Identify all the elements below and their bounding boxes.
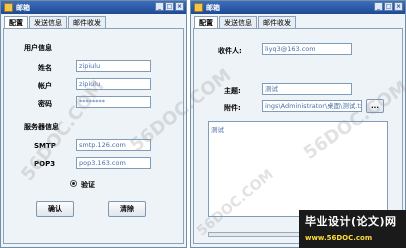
maximize-button[interactable]: □ bbox=[384, 2, 393, 11]
account-label: 帐户 bbox=[38, 82, 52, 90]
smtp-field[interactable]: smtp.126.com bbox=[76, 139, 151, 151]
confirm-button[interactable]: 确认 bbox=[36, 201, 74, 217]
tab-send[interactable]: 发送信息 bbox=[29, 16, 67, 28]
user-section-heading: 用户信息 bbox=[24, 44, 52, 52]
pop3-field[interactable]: pop3.163.com bbox=[76, 157, 151, 169]
name-field[interactable]: zipiulu bbox=[76, 60, 151, 72]
config-window: 邮箱 _ □ × 配置 发送信息 邮件收发 用户信息 姓名 zipiulu 帐户… bbox=[0, 0, 187, 248]
verify-label: 验证 bbox=[81, 181, 95, 189]
password-field[interactable]: ******** bbox=[76, 96, 151, 108]
tab-mail[interactable]: 邮件收发 bbox=[68, 16, 106, 28]
minimize-button[interactable]: _ bbox=[374, 2, 383, 11]
tab-bar: 配置 发送信息 邮件收发 bbox=[194, 16, 297, 28]
attachment-label: 附件: bbox=[224, 104, 241, 112]
pop3-label: POP3 bbox=[34, 160, 56, 168]
window-title: 邮箱 bbox=[16, 4, 30, 12]
tab-mail[interactable]: 邮件收发 bbox=[258, 16, 296, 28]
subject-field[interactable]: 测试 bbox=[262, 83, 352, 95]
subject-label: 主题: bbox=[224, 87, 241, 95]
banner-url: www.56DOC.com bbox=[305, 234, 373, 242]
mail-icon bbox=[4, 3, 13, 12]
server-section-heading: 服务器信息 bbox=[24, 123, 59, 131]
browse-button[interactable]: ... bbox=[366, 99, 384, 113]
site-banner: 毕业设计(论文)网 www.56DOC.com bbox=[299, 210, 406, 248]
recipient-field[interactable]: liyq3@163.com bbox=[262, 43, 352, 55]
tab-config[interactable]: 配置 bbox=[4, 16, 28, 28]
close-button[interactable]: × bbox=[394, 2, 403, 11]
tab-bar: 配置 发送信息 邮件收发 bbox=[4, 16, 107, 28]
title-bar: 邮箱 _ □ × bbox=[1, 1, 186, 14]
attachment-field[interactable]: ings\Administrator\桌面\测试.txt bbox=[262, 100, 362, 112]
account-field[interactable]: zipiulu bbox=[76, 78, 151, 90]
tab-send[interactable]: 发送信息 bbox=[219, 16, 257, 28]
verify-radio[interactable] bbox=[70, 180, 77, 187]
name-label: 姓名 bbox=[38, 64, 52, 72]
message-body[interactable]: 测试 bbox=[208, 121, 388, 217]
close-button[interactable]: × bbox=[175, 2, 184, 11]
tab-config[interactable]: 配置 bbox=[194, 16, 218, 28]
clear-button[interactable]: 清除 bbox=[108, 201, 146, 217]
banner-title: 毕业设计(论文)网 bbox=[305, 215, 397, 228]
config-panel: 用户信息 姓名 zipiulu 帐户 zipiulu 密码 ******** 服… bbox=[3, 28, 184, 244]
password-label: 密码 bbox=[38, 100, 52, 108]
maximize-button[interactable]: □ bbox=[165, 2, 174, 11]
recipient-label: 收件人: bbox=[218, 47, 242, 55]
smtp-label: SMTP bbox=[34, 142, 56, 150]
window-title: 邮箱 bbox=[206, 4, 220, 12]
minimize-button[interactable]: _ bbox=[155, 2, 164, 11]
mail-icon bbox=[194, 3, 203, 12]
title-bar: 邮箱 _ □ × bbox=[191, 1, 405, 14]
